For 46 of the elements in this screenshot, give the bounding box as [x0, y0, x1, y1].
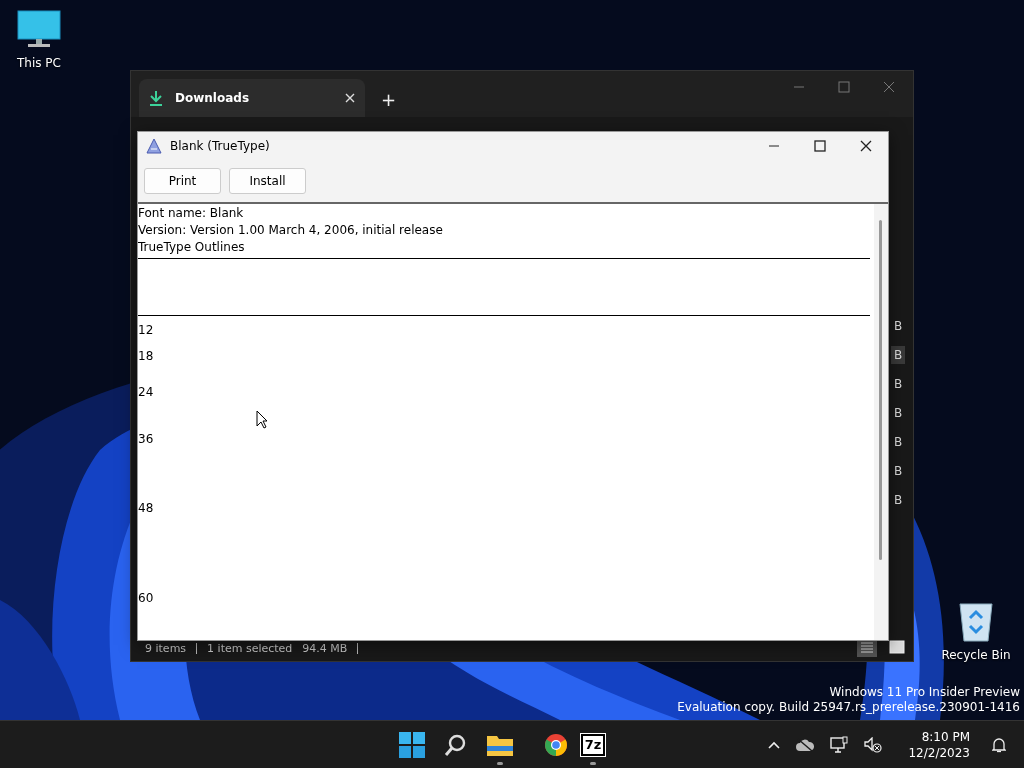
point-size-label: 48: [138, 501, 154, 515]
toolbar-button[interactable]: Print: [144, 168, 221, 194]
toolbar-button[interactable]: Install: [229, 168, 306, 194]
chevron-up-icon[interactable]: [768, 740, 781, 749]
maximize-icon[interactable]: [814, 140, 826, 152]
file-size-cell-text: B: [893, 463, 904, 480]
point-size-label: 18: [138, 349, 154, 363]
network-icon[interactable]: [830, 735, 849, 754]
selection-size: 94.4 MB: [302, 641, 348, 655]
cloud-icon[interactable]: [796, 737, 815, 752]
font-info-line: TrueType Outlines: [138, 239, 246, 256]
scroll-thumb[interactable]: [879, 220, 882, 560]
search-icon[interactable]: [444, 732, 468, 757]
clock-time[interactable]: 8:10 PM: [921, 728, 970, 745]
file-size-cell-text: B: [893, 376, 904, 393]
download-icon: [149, 90, 163, 106]
file-size-cell-text: B: [893, 492, 904, 509]
font-info-line: Font name: Blank: [138, 205, 245, 222]
downloads-tab[interactable]: Downloads: [139, 79, 365, 117]
file-size-cell: B: [891, 346, 905, 364]
font-icon: [146, 138, 162, 154]
archiver-icon[interactable]: 7z: [580, 733, 606, 756]
selection-info: 1 item selected: [207, 641, 293, 655]
clock-date[interactable]: 12/2/2023: [908, 744, 970, 761]
desktop-icon-label[interactable]: This PC: [17, 56, 61, 70]
point-size-label: 36: [138, 432, 154, 446]
muted-speaker-icon[interactable]: [864, 736, 883, 753]
font-info-line: Version: Version 1.00 March 4, 2006, initial release: [138, 222, 444, 239]
tiles-view-icon[interactable]: [887, 639, 907, 657]
browser-icon[interactable]: [544, 732, 568, 757]
close-icon[interactable]: [860, 140, 872, 152]
new-tab-button[interactable]: +: [373, 81, 405, 117]
scrollbar[interactable]: [874, 204, 888, 640]
point-size-label: 60: [138, 591, 154, 605]
folder-icon[interactable]: [487, 733, 513, 756]
point-size-label: 12: [138, 323, 154, 337]
start-icon[interactable]: [399, 731, 425, 758]
file-size-cell-text: B: [893, 318, 904, 335]
monitor-icon[interactable]: [17, 10, 61, 50]
window-title: Blank (TrueType): [170, 139, 270, 153]
notification-bell-icon[interactable]: [992, 736, 1006, 753]
file-size-cell-text: B: [893, 405, 904, 422]
point-size-label: 24: [138, 385, 154, 399]
mouse-cursor-icon: [256, 410, 268, 429]
file-size-cell-text: B: [893, 434, 904, 451]
item-count: 9 items: [145, 641, 187, 655]
